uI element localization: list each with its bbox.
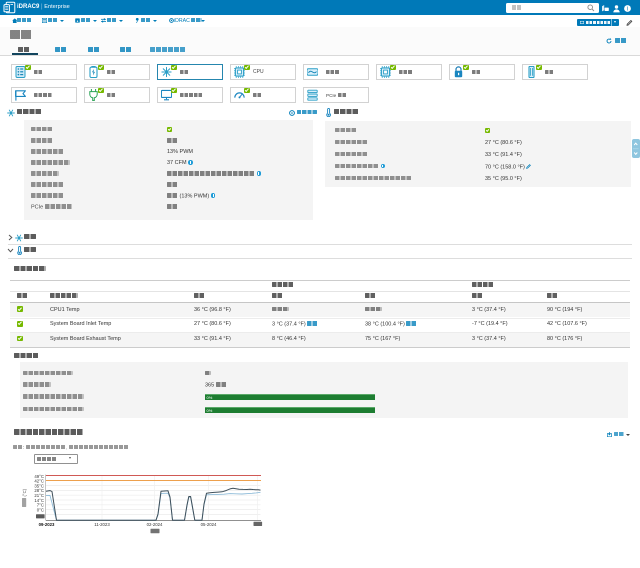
svg-text:(°C): (°C) [22, 488, 27, 496]
svg-text:05-2024: 05-2024 [201, 522, 217, 527]
svg-text:0°C: 0°C [37, 507, 44, 512]
svg-text:i: i [627, 6, 628, 12]
svg-text:11-2023: 11-2023 [94, 522, 110, 527]
svg-text:02-2024: 02-2024 [147, 522, 163, 527]
svg-text:09-2023: 09-2023 [39, 522, 55, 527]
